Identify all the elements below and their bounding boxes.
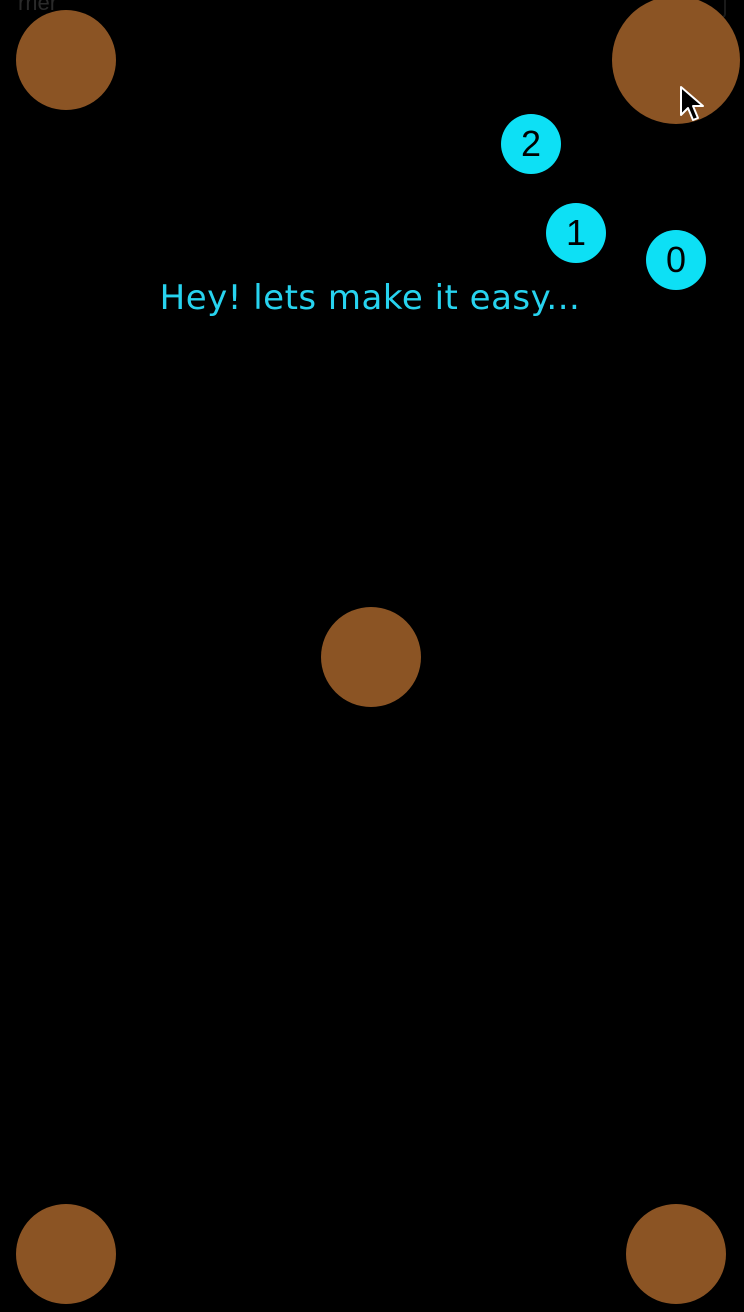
hole-bottom-right[interactable] — [626, 1204, 726, 1304]
ball-2[interactable]: 2 — [501, 114, 561, 174]
game-board[interactable]: rrier 2 1 0 Hey! lets make it easy... — [0, 0, 744, 1312]
hole-top-right[interactable] — [612, 0, 740, 124]
hole-top-left[interactable] — [16, 10, 116, 110]
hole-center[interactable] — [321, 607, 421, 707]
mouse-pointer-icon — [680, 86, 704, 121]
hole-bottom-left[interactable] — [16, 1204, 116, 1304]
hint-message: Hey! lets make it easy... — [159, 278, 581, 318]
ball-1[interactable]: 1 — [546, 203, 606, 263]
